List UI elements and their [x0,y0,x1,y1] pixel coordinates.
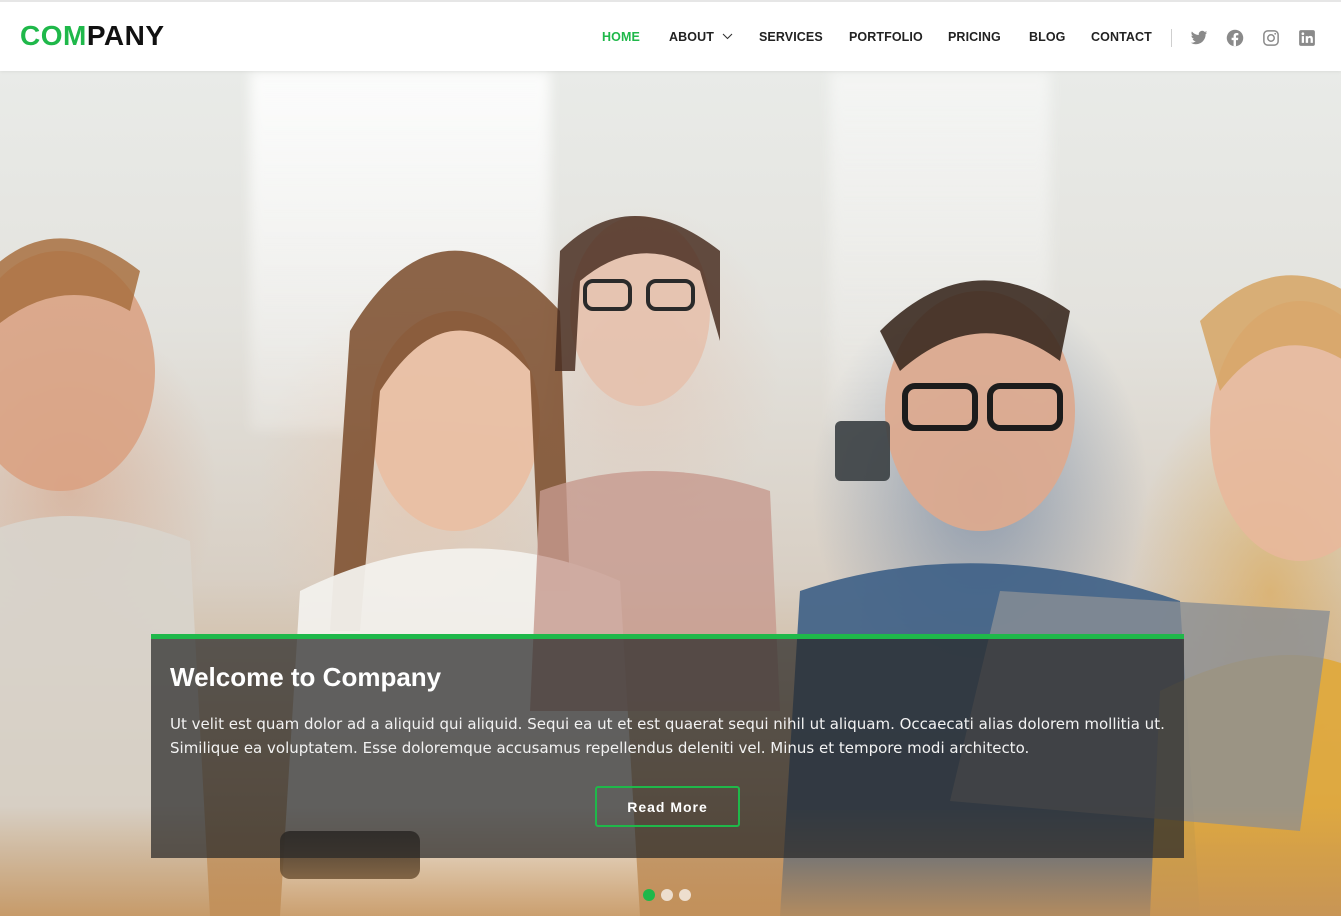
nav-contact[interactable]: CONTACT [1091,30,1152,44]
site-header: COMPANY HOME ABOUT SERVICES PORTFOLIO PR… [0,0,1341,71]
hero-description: Ut velit est quam dolor ad a aliquid qui… [170,715,1165,757]
carousel-dot-1[interactable] [643,889,655,901]
linkedin-icon[interactable] [1298,29,1316,47]
nav-portfolio[interactable]: PORTFOLIO [849,30,923,44]
main-nav: HOME ABOUT SERVICES PORTFOLIO PRICING BL… [0,2,1341,73]
nav-divider [1171,29,1172,47]
carousel-indicators [643,889,691,901]
chevron-down-icon [722,33,732,40]
hero-caption: Welcome to Company Ut velit est quam dol… [151,634,1184,858]
hero-title: Welcome to Company [170,662,442,692]
facebook-icon[interactable] [1226,29,1244,47]
read-more-button[interactable]: Read More [595,786,740,827]
twitter-icon[interactable] [1190,29,1208,47]
nav-about[interactable]: ABOUT [669,30,733,44]
carousel-dot-3[interactable] [679,889,691,901]
nav-services[interactable]: SERVICES [759,30,823,44]
nav-blog[interactable]: BLOG [1029,30,1066,44]
hero-carousel: Welcome to Company Ut velit est quam dol… [0,71,1341,916]
nav-pricing[interactable]: PRICING [948,30,1001,44]
carousel-dot-2[interactable] [661,889,673,901]
instagram-icon[interactable] [1262,29,1280,47]
nav-home[interactable]: HOME [602,30,640,44]
nav-about-label: ABOUT [669,30,714,44]
